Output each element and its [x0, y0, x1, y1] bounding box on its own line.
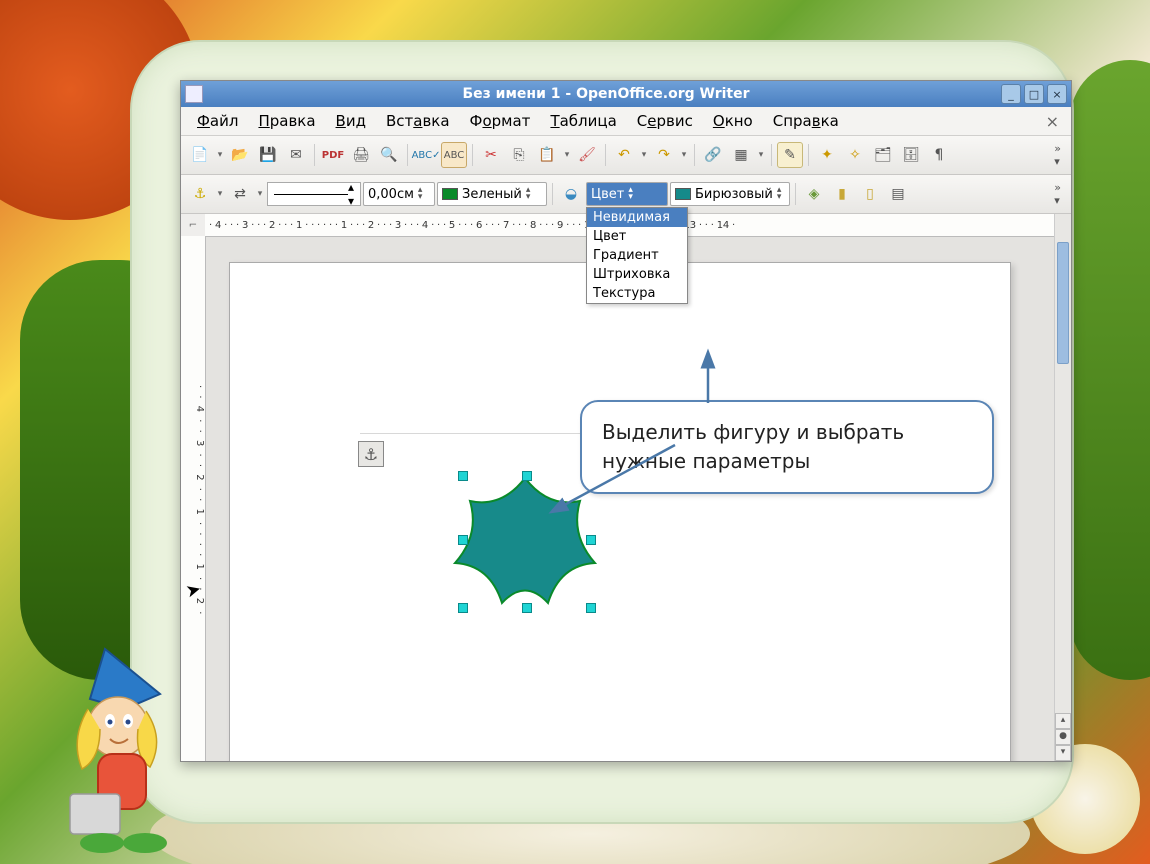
cut-icon[interactable]: ✂	[478, 142, 504, 168]
menu-help[interactable]: Справка	[763, 109, 849, 133]
email-icon[interactable]: ✉	[283, 142, 309, 168]
undo-icon[interactable]: ↶	[611, 142, 637, 168]
show-draw-icon[interactable]: ✎	[777, 142, 803, 168]
fill-option-texture[interactable]: Текстура	[587, 284, 687, 303]
fill-color-combo[interactable]: Бирюзовый ▴▾	[670, 182, 790, 206]
selection-handle[interactable]	[586, 603, 596, 613]
standard-toolbar: 📄▾ 📂 💾 ✉ PDF 🖨 🔍 ABC✓ ABC ✂ ⎘ 📋▾ 🖌 ↶▾ ↷▾…	[181, 136, 1071, 175]
pdf-icon[interactable]: PDF	[320, 142, 346, 168]
fill-option-hatch[interactable]: Штриховка	[587, 265, 687, 284]
new-doc-icon[interactable]: 📄	[187, 142, 213, 168]
save-icon[interactable]: 💾	[255, 142, 281, 168]
datasource-icon[interactable]: 🗄	[898, 142, 924, 168]
table-icon[interactable]: ▦	[728, 142, 754, 168]
format-paint-icon[interactable]: 🖌	[574, 142, 600, 168]
minimize-button[interactable]: _	[1001, 84, 1021, 104]
autospell-icon[interactable]: ABC	[441, 142, 467, 168]
selection-handle[interactable]	[458, 471, 468, 481]
selection-handle[interactable]	[458, 535, 468, 545]
cartoon-gnome	[50, 639, 230, 859]
to-back-icon[interactable]: ▯	[857, 181, 883, 207]
toolbar-overflow-icon[interactable]: »▾	[1050, 142, 1065, 168]
selection-handle[interactable]	[586, 535, 596, 545]
menu-window[interactable]: Окно	[703, 109, 763, 133]
find-icon[interactable]: ✦	[814, 142, 840, 168]
line-style-combo[interactable]: ▴▾	[267, 182, 361, 206]
line-color-combo[interactable]: Зеленый ▴▾	[437, 182, 547, 206]
selection-handle[interactable]	[522, 471, 532, 481]
to-front-icon[interactable]: ▮	[829, 181, 855, 207]
selection-handle[interactable]	[522, 603, 532, 613]
maximize-button[interactable]: □	[1024, 84, 1044, 104]
annotation-arrow-up	[693, 348, 723, 408]
close-button[interactable]: ×	[1047, 84, 1067, 104]
fill-option-invisible[interactable]: Невидимая	[587, 208, 687, 227]
anchor-menu-icon[interactable]: ⚓	[187, 181, 213, 207]
page-nav-buttons: ▴ ● ▾	[1055, 713, 1071, 761]
menu-edit[interactable]: Правка	[248, 109, 325, 133]
nav-select-button[interactable]: ●	[1055, 729, 1071, 745]
titlebar[interactable]: Без имени 1 - OpenOffice.org Writer _ □ …	[181, 81, 1071, 107]
fill-option-color[interactable]: Цвет	[587, 227, 687, 246]
gallery-icon[interactable]: 🗂	[870, 142, 896, 168]
navigator-icon[interactable]: ✧	[842, 142, 868, 168]
fill-option-gradient[interactable]: Градиент	[587, 246, 687, 265]
nonprint-icon[interactable]: ¶	[926, 142, 952, 168]
menu-view[interactable]: Вид	[326, 109, 376, 133]
hyperlink-icon[interactable]: 🔗	[700, 142, 726, 168]
close-document-button[interactable]: ×	[1040, 112, 1065, 131]
document-icon	[185, 85, 203, 103]
area-dialog-icon[interactable]: ◒	[558, 181, 584, 207]
menubar: ФФайлайл Правка Вид Вставка Формат Табли…	[181, 107, 1071, 136]
fill-style-dropdown[interactable]: Невидимая Цвет Градиент Штриховка Тексту…	[586, 207, 688, 304]
window-title: Без имени 1 - OpenOffice.org Writer	[211, 86, 1001, 102]
spellcheck-icon[interactable]: ABC✓	[413, 142, 439, 168]
rotate-icon[interactable]: ◈	[801, 181, 827, 207]
line-width-field[interactable]: 0,00см ▴▾	[363, 182, 435, 206]
open-icon[interactable]: 📂	[227, 142, 253, 168]
drawing-object-toolbar: ⚓▾ ⇄▾ ▴▾ 0,00см ▴▾ Зеленый ▴▾ ◒ Цвет ▴▾ …	[181, 175, 1071, 214]
alignment-icon[interactable]: ▤	[885, 181, 911, 207]
menu-table[interactable]: Таблица	[540, 109, 626, 133]
menu-tools[interactable]: Сервис	[627, 109, 703, 133]
annotation-arrow-left	[545, 435, 685, 525]
menu-insert[interactable]: Вставка	[376, 109, 460, 133]
vertical-scrollbar[interactable]: ▴ ● ▾	[1054, 214, 1071, 761]
next-page-button[interactable]: ▾	[1055, 745, 1071, 761]
copy-icon[interactable]: ⎘	[506, 142, 532, 168]
selection-handle[interactable]	[458, 603, 468, 613]
menu-file[interactable]: ФФайлайл	[187, 109, 248, 133]
arrow-ends-icon[interactable]: ⇄	[227, 181, 253, 207]
ruler-corner: ⌐	[181, 214, 206, 237]
scrollbar-thumb[interactable]	[1057, 242, 1069, 364]
fill-style-combo[interactable]: Цвет ▴▾ Невидимая Цвет Градиент Штриховк…	[586, 182, 668, 206]
anchor-icon[interactable]: ⚓	[358, 441, 384, 467]
paste-icon[interactable]: 📋	[534, 142, 560, 168]
prev-page-button[interactable]: ▴	[1055, 713, 1071, 729]
preview-icon[interactable]: 🔍	[376, 142, 402, 168]
print-icon[interactable]: 🖨	[348, 142, 374, 168]
toolbar2-overflow-icon[interactable]: »▾	[1050, 181, 1065, 207]
menu-format[interactable]: Формат	[460, 109, 541, 133]
redo-icon[interactable]: ↷	[651, 142, 677, 168]
